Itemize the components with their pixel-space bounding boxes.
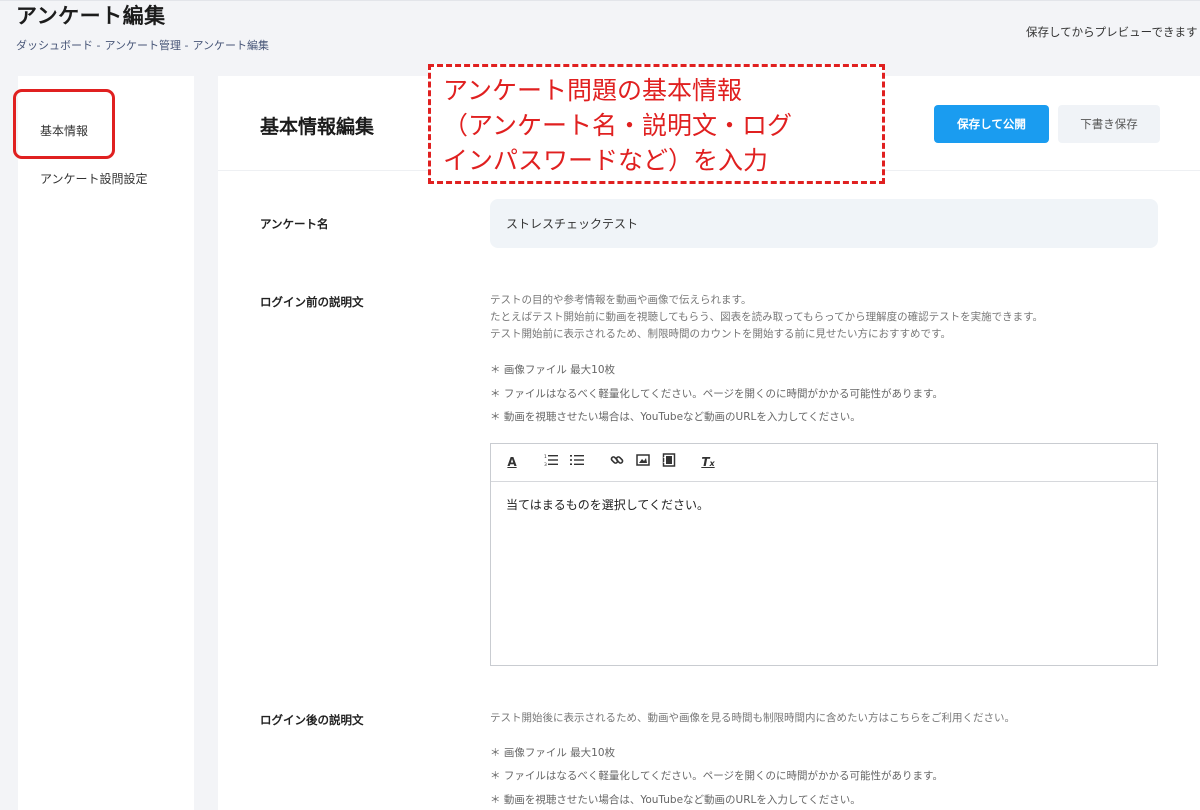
font-color-icon[interactable]: A <box>503 453 521 471</box>
annotation-line-1: アンケート問題の基本情報 <box>443 76 743 105</box>
ordered-list-icon[interactable]: 13 <box>542 453 560 471</box>
svg-text:3: 3 <box>544 462 547 467</box>
after-login-description-1: テスト開始後に表示されるため、動画や画像を見る時間も制限時間内に含めたい方はこち… <box>490 712 1015 724</box>
breadcrumb-dashboard[interactable]: ダッシュボード - <box>16 39 100 52</box>
svg-text:1: 1 <box>544 454 547 460</box>
breadcrumb-survey-management[interactable]: アンケート管理 - <box>104 39 188 52</box>
before-login-description-3: テスト開始前に表示されるため、制限時間のカウントを開始する前に見せたい方におすす… <box>490 328 951 340</box>
survey-name-input[interactable] <box>490 199 1158 248</box>
bullet-list-icon[interactable] <box>568 453 586 471</box>
before-login-note-1: ＊ 画像ファイル 最大10枚 <box>490 364 616 376</box>
section-title: 基本情報編集 <box>260 116 375 138</box>
sidebar: 基本情報 アンケート設問設定 <box>18 76 194 810</box>
sidebar-item-question-settings[interactable]: アンケート設問設定 <box>40 170 148 187</box>
before-login-label: ログイン前の説明文 <box>260 295 364 309</box>
after-login-label: ログイン後の説明文 <box>260 713 364 727</box>
annotation-line-3: インパスワードなど）を入力 <box>443 146 769 175</box>
before-login-description-1: テストの目的や参考情報を動画や画像で伝えられます。 <box>490 294 752 306</box>
after-login-note-3: ＊ 動画を視聴させたい場合は、YouTubeなど動画のURLを入力してください。 <box>490 794 861 806</box>
before-login-rich-editor: A 13 Tx 当てはまるものを選択してください。 <box>490 443 1158 666</box>
before-login-note-2: ＊ ファイルはなるべく軽量化してください。ページを開くのに時間がかかる可能性があ… <box>490 388 943 400</box>
after-login-note-1: ＊ 画像ファイル 最大10枚 <box>490 747 616 759</box>
annotation-highlight-box <box>13 89 115 159</box>
annotation-callout: アンケート問題の基本情報 （アンケート名・説明文・ログ インパスワードなど）を入… <box>428 64 885 184</box>
video-icon[interactable] <box>660 453 678 471</box>
preview-note: 保存してからプレビューできます <box>1026 25 1198 39</box>
annotation-line-2: （アンケート名・説明文・ログ <box>443 111 793 140</box>
editor-toolbar: A 13 Tx <box>491 444 1157 482</box>
main-panel: 基本情報編集 保存して公開 下書き保存 アンケート名 ログイン前の説明文 テスト… <box>218 76 1200 810</box>
save-and-publish-button[interactable]: 保存して公開 <box>934 105 1049 143</box>
breadcrumb: ダッシュボード - アンケート管理 - アンケート編集 <box>16 37 273 53</box>
save-draft-button[interactable]: 下書き保存 <box>1058 105 1160 143</box>
annotation-callout-text: アンケート問題の基本情報 （アンケート名・説明文・ログ インパスワードなど）を入… <box>443 73 792 178</box>
page-title: アンケート編集 <box>16 4 166 28</box>
breadcrumb-survey-edit: アンケート編集 <box>192 39 270 52</box>
clear-format-icon[interactable]: Tx <box>699 453 717 471</box>
link-icon[interactable] <box>608 453 626 471</box>
before-login-note-3: ＊ 動画を視聴させたい場合は、YouTubeなど動画のURLを入力してください。 <box>490 411 861 423</box>
survey-name-label: アンケート名 <box>260 217 329 231</box>
image-icon[interactable] <box>634 453 652 471</box>
before-login-editor-content[interactable]: 当てはまるものを選択してください。 <box>506 496 709 513</box>
after-login-note-2: ＊ ファイルはなるべく軽量化してください。ページを開くのに時間がかかる可能性があ… <box>490 770 943 782</box>
before-login-description-2: たとえばテスト開始前に動画を視聴してもらう、図表を読み取ってもらってから理解度の… <box>490 311 1044 323</box>
top-divider <box>0 0 1200 1</box>
